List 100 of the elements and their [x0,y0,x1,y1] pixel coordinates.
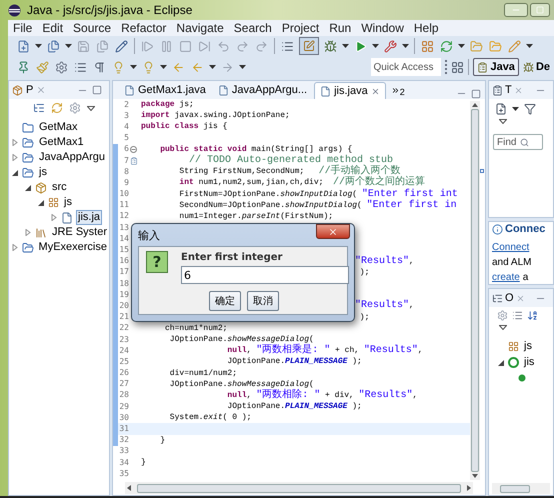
collapsed-arrow-icon[interactable] [12,244,18,251]
step-return-icon[interactable] [255,40,268,52]
pause-icon[interactable] [160,40,173,52]
view-menu-icon[interactable] [87,106,95,110]
menu-item[interactable]: Help [408,21,444,35]
tree-item[interactable]: jis [522,354,536,370]
caret-icon[interactable] [160,65,167,69]
close-icon[interactable] [514,86,523,94]
filter-icon[interactable] [524,103,536,115]
step-icon[interactable] [141,40,154,52]
minimize-button[interactable] [504,3,528,17]
tree-item[interactable]: js [37,165,49,180]
caret-icon[interactable] [372,44,379,48]
dialog-button[interactable]: 取消 [247,291,279,311]
horizontal-scrollbar[interactable] [492,483,550,494]
tree-item[interactable]: MyExexercise [36,240,109,255]
tree-item[interactable]: JRE Syster [50,225,109,240]
tree-item[interactable]: js [62,195,74,210]
skip-icon[interactable] [198,40,211,52]
caret-icon[interactable] [239,65,246,69]
input-field[interactable]: 6 [181,266,349,284]
tree-item[interactable]: jis.ja [76,210,102,225]
maximize-button[interactable] [530,3,550,17]
close-icon[interactable] [516,294,525,302]
fold-icon[interactable] [130,146,137,153]
perspective-icon[interactable] [451,60,464,74]
perspective-button[interactable]: De [518,58,554,76]
connect-link[interactable]: Connect [492,240,553,255]
view-menu-icon[interactable] [499,325,507,330]
caret-icon[interactable] [35,44,42,48]
collapse-icon[interactable] [33,102,45,114]
caret-icon[interactable] [458,44,465,48]
play-icon[interactable] [354,40,367,52]
menu-item[interactable]: Refactor [116,21,172,35]
save-all-icon[interactable] [96,40,109,52]
gear-icon[interactable] [497,310,508,321]
scroll-left-icon[interactable] [127,485,131,491]
caret-icon[interactable] [342,44,349,48]
tree-item[interactable]: GetMax1 [37,135,86,150]
bug-icon[interactable] [324,40,337,52]
menu-item[interactable]: Navigate [171,21,229,35]
editor-tab[interactable]: JavaAppArgu... [212,82,312,99]
menu-item[interactable]: Run [324,21,356,35]
menu-item[interactable]: Window [356,21,409,35]
panel-tab[interactable]: P [26,82,34,98]
create-link[interactable]: create [492,270,520,284]
refresh-icon[interactable] [440,40,453,52]
collapsed-arrow-icon[interactable] [12,154,18,161]
overview-marker[interactable] [480,169,484,173]
expanded-arrow-icon[interactable] [38,199,44,206]
tree-item[interactable]: GetMax [37,120,80,135]
scroll-up-icon[interactable] [472,103,478,107]
menu-item[interactable]: File [8,21,38,35]
expanded-arrow-icon[interactable] [12,169,18,176]
menu-item[interactable]: Source [68,21,116,35]
caret-icon[interactable] [402,44,409,48]
maximize-icon[interactable] [92,85,102,95]
new-file-icon[interactable] [17,40,30,52]
quick-access-field[interactable]: Quick Access [371,58,442,76]
panel-tab[interactable]: T [505,82,512,98]
new-task-icon[interactable] [495,103,507,115]
pencil-icon[interactable] [115,40,128,52]
pilcrow-icon[interactable] [93,60,106,74]
step-over-icon[interactable] [236,40,249,52]
view-menu-icon[interactable] [499,119,507,124]
caret-icon[interactable] [130,65,137,69]
editor-tab[interactable]: jis.java [314,82,386,99]
collapsed-arrow-icon[interactable] [51,214,57,221]
menu-item[interactable]: Project [276,21,324,35]
arrow-right-icon[interactable] [221,60,234,74]
caret-icon[interactable] [512,107,519,111]
grid-icon[interactable] [421,40,434,52]
more-tabs-button[interactable]: 2 [388,82,408,99]
collapsed-arrow-icon[interactable] [24,229,31,236]
menu-item[interactable]: Search [228,21,277,35]
step-into-icon[interactable] [217,40,230,52]
save-icon[interactable] [77,40,90,52]
caret-icon[interactable] [526,44,533,48]
expanded-arrow-icon[interactable] [498,358,504,366]
maximize-icon[interactable] [471,88,481,98]
horizontal-scrollbar[interactable] [125,482,473,494]
gear-icon[interactable] [55,60,68,74]
menu-item[interactable]: Edit [37,21,68,35]
close-icon[interactable] [36,85,46,95]
find-field[interactable]: Find [493,134,543,150]
edit-toggle-button[interactable] [299,37,319,55]
caret-icon[interactable] [209,65,216,69]
vertical-scrollbar[interactable] [470,101,480,480]
link-icon[interactable] [51,102,63,114]
scroll-right-icon[interactable] [467,485,471,491]
files-icon[interactable] [47,40,60,52]
sort-icon[interactable] [527,310,538,321]
perspective-button[interactable]: Java [473,58,519,76]
tree-item[interactable]: js [522,338,534,354]
editor-tab[interactable]: GetMax1.java [119,82,211,99]
collapsed-arrow-icon[interactable] [12,139,18,146]
tree-item[interactable]: src [50,180,69,195]
pin-icon[interactable] [17,60,30,74]
panel-tab[interactable]: O [505,290,514,306]
tree-item[interactable]: JavaAppArgu [37,150,108,165]
